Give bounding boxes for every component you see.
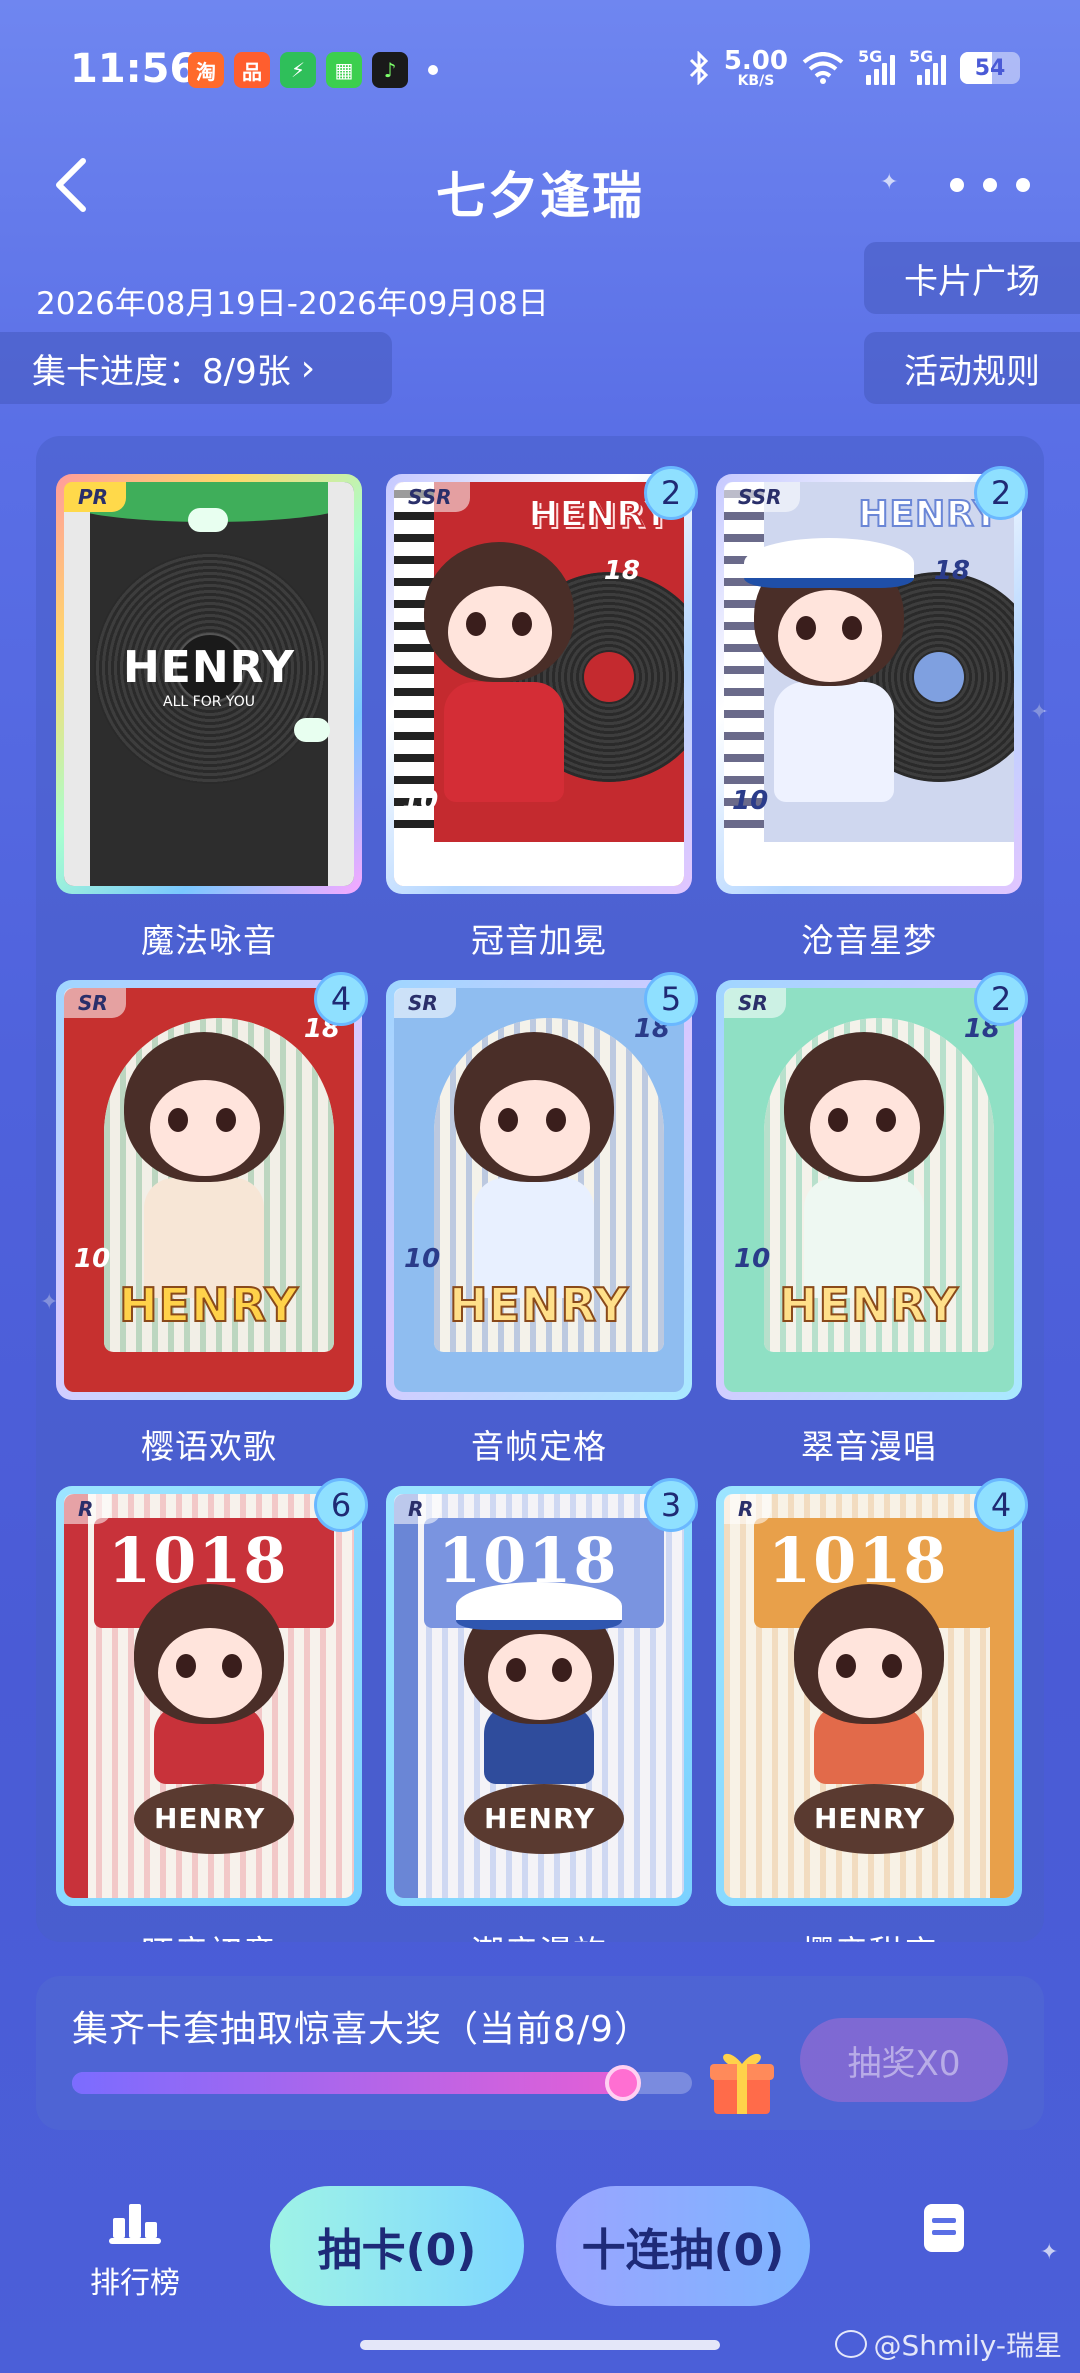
- more-options-button[interactable]: [950, 160, 1030, 210]
- card-count-badge: 5: [644, 972, 698, 1026]
- card-name: 音帧定格: [471, 1427, 607, 1466]
- card-item[interactable]: HENRY 18 10 SSR 2 沧音星梦: [716, 466, 1028, 962]
- rules-button[interactable]: 活动规则: [864, 332, 1080, 404]
- rarity-tag: SR: [724, 988, 786, 1018]
- card-item[interactable]: HENRY ALL FOR YOU PR 魔法咏音: [56, 474, 362, 962]
- card-name: 翠音漫唱: [801, 1427, 937, 1466]
- card-name: 旺音初章: [56, 1926, 362, 1942]
- chevron-right-icon: ›: [300, 347, 316, 389]
- card-count-badge: 4: [314, 972, 368, 1026]
- notification-icons: 淘 品 ⚡ ▦ ♪: [188, 52, 438, 88]
- network-speed: 5.00 KB/S: [723, 46, 788, 89]
- card-image: 18 10 HENRY: [716, 980, 1022, 1400]
- card-image: 1018 HENRY: [386, 1486, 692, 1906]
- card-count-badge: 4: [974, 1478, 1028, 1532]
- card-count-badge: 2: [974, 972, 1028, 1026]
- more-dot-icon: [983, 178, 997, 192]
- card-image: 18 10 HENRY: [56, 980, 362, 1400]
- rarity-tag: R: [394, 1494, 442, 1524]
- music-app-icon: ♪: [372, 52, 408, 88]
- more-dot-icon: [1016, 178, 1030, 192]
- bluetooth-icon: [689, 51, 708, 85]
- card-image: HENRY 18 10: [386, 474, 692, 894]
- home-indicator[interactable]: [360, 2340, 720, 2350]
- rarity-tag: R: [724, 1494, 772, 1524]
- rarity-tag: R: [64, 1494, 112, 1524]
- signal-icon: 5G: [858, 47, 895, 85]
- sparkle-decoration: ✦: [1040, 2240, 1059, 2265]
- card-image: HENRY ALL FOR YOU: [56, 474, 362, 894]
- prize-progress-bar: [72, 2065, 692, 2101]
- signal-icon: 5G: [909, 47, 946, 85]
- card-name: 潮音漫旅: [386, 1926, 692, 1942]
- card-image: 18 10 HENRY: [386, 980, 692, 1400]
- card-name: 樱语欢歌: [141, 1427, 277, 1466]
- prize-progress-fill: [72, 2072, 624, 2094]
- rarity-tag: SSR: [724, 482, 800, 512]
- prize-description: 集齐卡套抽取惊喜大奖（当前8/9）: [72, 2009, 651, 2050]
- card-item[interactable]: 1018 HENRY R 3 潮音漫旅: [386, 1478, 698, 1942]
- card-count-badge: 3: [644, 1478, 698, 1532]
- card-item[interactable]: 1018 HENRY R 6 旺音初章: [56, 1478, 368, 1942]
- card-collection-panel: HENRY ALL FOR YOU PR 魔法咏音 HENRY 18 10 SS…: [36, 436, 1044, 1942]
- card-item[interactable]: 18 10 HENRY SR 4 樱语欢歌: [56, 972, 368, 1468]
- rarity-tag: SR: [394, 988, 456, 1018]
- prize-progress-panel: 集齐卡套抽取惊喜大奖（当前8/9） 抽奖X0: [36, 1976, 1044, 2130]
- card-item[interactable]: 1018 HENRY R 4 樱音甜序: [716, 1478, 1028, 1942]
- card-item[interactable]: HENRY 18 10 SSR 2 冠音加冕: [386, 466, 698, 962]
- rarity-tag: SSR: [394, 482, 470, 512]
- lottery-button[interactable]: 抽奖X0: [800, 2018, 1008, 2102]
- card-count-badge: 2: [974, 466, 1028, 520]
- shield-app-icon: ⚡: [280, 52, 316, 88]
- more-notifications-dot: [428, 65, 438, 75]
- card-count-badge: 2: [644, 466, 698, 520]
- ten-draw-button[interactable]: 十连抽(0): [556, 2186, 810, 2306]
- prize-progress-knob: [605, 2065, 642, 2101]
- wifi-icon: [802, 52, 844, 84]
- card-name: 魔法咏音: [141, 921, 277, 960]
- taobao-icon: 淘: [188, 52, 224, 88]
- card-name: 沧音星梦: [801, 921, 937, 960]
- records-icon[interactable]: [918, 2202, 970, 2254]
- collection-progress-button[interactable]: 集卡进度：8/9张 ›: [0, 332, 392, 404]
- card-name: 冠音加冕: [471, 921, 607, 960]
- page-title: 七夕逢瑞: [436, 167, 644, 225]
- draw-card-button[interactable]: 抽卡(0): [270, 2186, 524, 2306]
- gift-icon[interactable]: [708, 2044, 776, 2116]
- status-bar: 11:56 淘 品 ⚡ ▦ ♪ 5.00 KB/S 5G 5G 54: [0, 0, 1080, 140]
- rarity-tag: SR: [64, 988, 126, 1018]
- weibo-icon: [835, 2330, 868, 2358]
- card-item[interactable]: 18 10 HENRY SR 5 音帧定格: [386, 972, 698, 1468]
- battery-icon: 54: [960, 52, 1020, 84]
- card-item[interactable]: 18 10 HENRY SR 2 翠音漫唱: [716, 972, 1028, 1468]
- leaderboard-icon: [109, 2204, 161, 2244]
- more-dot-icon: [950, 178, 964, 192]
- status-time: 11:56: [70, 46, 198, 92]
- card-name: 樱音甜序: [716, 1926, 1022, 1942]
- watermark: @Shmily-瑞星: [835, 2324, 1062, 2364]
- rarity-tag: PR: [64, 482, 127, 512]
- leaderboard-button[interactable]: 排行榜: [70, 2200, 200, 2302]
- card-square-button[interactable]: 卡片广场: [864, 242, 1080, 314]
- card-count-badge: 6: [314, 1478, 368, 1532]
- card-image: HENRY 18 10: [716, 474, 1022, 894]
- status-indicators: 5.00 KB/S 5G 5G 54: [688, 46, 1020, 89]
- app-grid-icon: 品: [234, 52, 270, 88]
- event-date-range: 2026年08月19日-2026年09月08日: [36, 286, 549, 322]
- card-image: 1018 HENRY: [716, 1486, 1022, 1906]
- card-image: 1018 HENRY: [56, 1486, 362, 1906]
- grid-app-icon: ▦: [326, 52, 362, 88]
